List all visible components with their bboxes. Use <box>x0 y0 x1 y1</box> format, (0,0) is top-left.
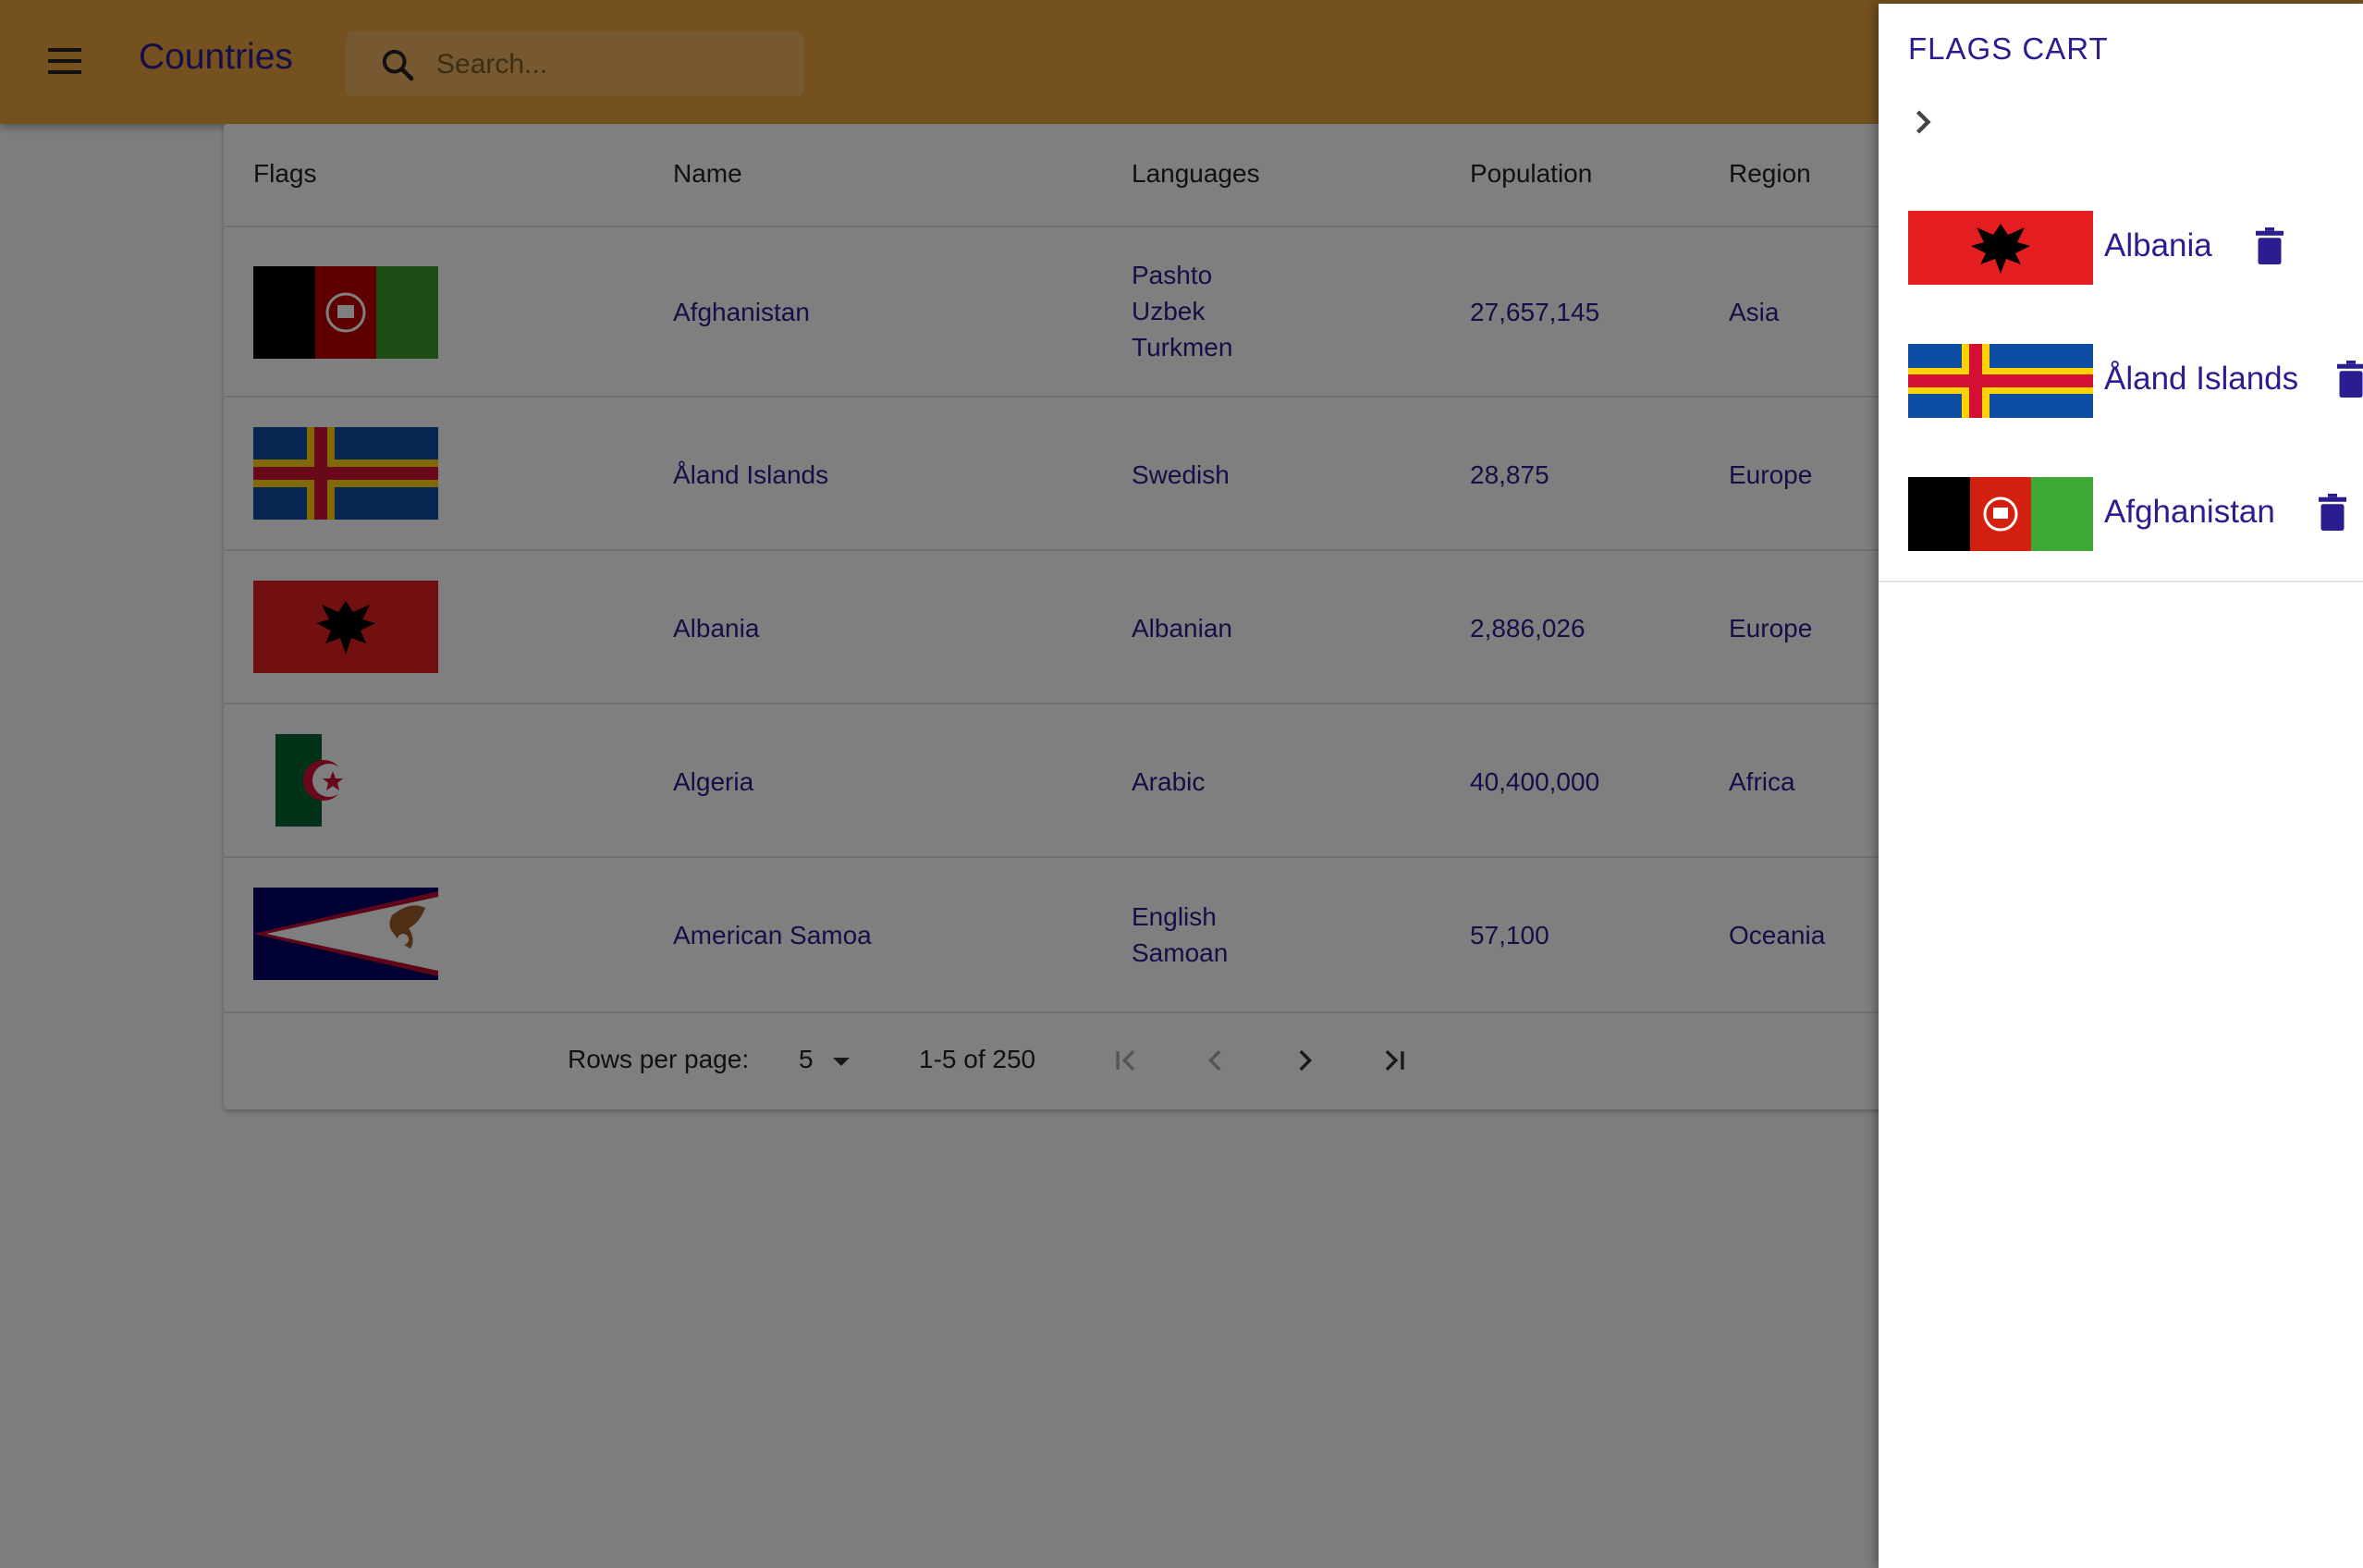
chevron-right-icon[interactable] <box>1903 102 1943 142</box>
drawer-title: FLAGS CART <box>1908 31 2109 66</box>
afghanistan-flag <box>1908 477 2093 551</box>
trash-icon[interactable] <box>2319 494 2346 531</box>
cart-item-name: Albania <box>2104 227 2212 263</box>
trash-icon[interactable] <box>2337 361 2363 398</box>
cart-item: Albania <box>1908 211 2343 285</box>
cart-item: Afghanistan <box>1908 477 2346 551</box>
cart-item: Åland Islands <box>1908 344 2363 418</box>
drawer-divider <box>1879 581 2363 582</box>
cart-item-name: Åland Islands <box>2104 361 2299 397</box>
albania-flag <box>1908 211 2093 285</box>
trash-icon[interactable] <box>2256 227 2283 264</box>
flags-cart-drawer: FLAGS CART Albania Åland Islands Afghani… <box>1879 4 2363 1568</box>
cart-item-name: Afghanistan <box>2104 494 2275 530</box>
aland-flag <box>1908 344 2093 418</box>
